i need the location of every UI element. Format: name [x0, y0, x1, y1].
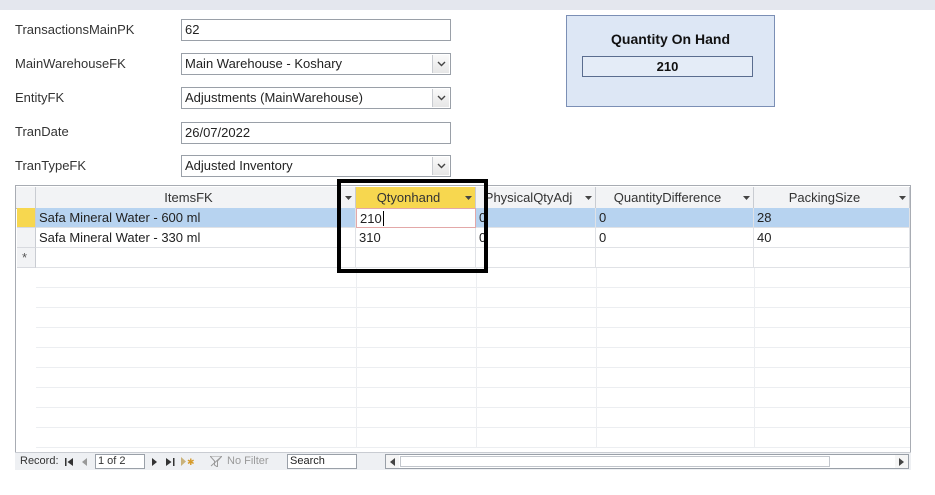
chevron-down-icon[interactable] [432, 157, 449, 175]
quantity-on-hand-title: Quantity On Hand [611, 31, 730, 47]
record-selector[interactable] [17, 208, 36, 228]
horizontal-scrollbar[interactable] [385, 454, 909, 469]
trantypefk-value: Adjusted Inventory [185, 158, 293, 173]
mainwarehousefk-combo[interactable]: Main Warehouse - Koshary [181, 53, 451, 75]
select-all-corner[interactable] [16, 187, 36, 209]
new-record-icon: * [22, 250, 28, 265]
new-cell-itemsfk[interactable] [36, 248, 356, 268]
trandate-field[interactable]: 26/07/2022 [181, 122, 451, 144]
column-header-itemsfk[interactable]: ItemsFK [36, 187, 356, 209]
trantypefk-combo[interactable]: Adjusted Inventory [181, 155, 451, 177]
no-filter-label[interactable]: No Filter [227, 454, 269, 469]
search-input[interactable]: Search [287, 454, 357, 469]
new-cell-packingsize[interactable] [754, 248, 910, 268]
new-cell-physicalqtyadj[interactable] [476, 248, 596, 268]
column-header-quantitydifference[interactable]: QuantityDifference [596, 187, 754, 209]
cell-quantitydifference[interactable]: 0 [596, 208, 754, 228]
mainwarehousefk-value: Main Warehouse - Koshary [185, 56, 343, 71]
empty-grid-area [36, 268, 910, 448]
cell-itemsfk[interactable]: Safa Mineral Water - 330 ml [36, 228, 356, 248]
svg-text:✱: ✱ [187, 458, 195, 466]
cell-quantitydifference[interactable]: 0 [596, 228, 754, 248]
column-header-physicalqtyadj[interactable]: PhysicalQtyAdj [476, 187, 596, 209]
cell-packingsize[interactable]: 40 [754, 228, 910, 248]
new-record-selector[interactable]: * [17, 248, 36, 268]
top-border [0, 0, 935, 10]
record-selector[interactable] [17, 228, 36, 248]
highlight-box [337, 179, 488, 273]
column-header-label: QuantityDifference [613, 190, 722, 205]
label-trantypefk: TranTypeFK [15, 158, 87, 173]
first-record-icon[interactable] [63, 455, 75, 468]
cell-packingsize[interactable]: 28 [754, 208, 910, 228]
column-dropdown-icon[interactable] [897, 192, 907, 204]
next-record-icon[interactable] [149, 455, 161, 468]
grid-divider [754, 268, 755, 448]
label-transactionsmainpk: TransactionsMainPK [15, 22, 135, 37]
column-header-packingsize[interactable]: PackingSize [754, 187, 910, 209]
scrollbar-thumb[interactable] [400, 456, 830, 467]
scroll-left-icon[interactable] [386, 455, 399, 468]
label-mainwarehousefk: MainWarehouseFK [15, 56, 126, 71]
new-record-icon[interactable]: ✱ [179, 455, 197, 468]
cell-physicalqtyadj[interactable]: 0 [476, 228, 596, 248]
entityfk-combo[interactable]: Adjustments (MainWarehouse) [181, 87, 451, 109]
current-record-input[interactable]: 1 of 2 [95, 454, 145, 469]
column-header-label: PhysicalQtyAdj [484, 190, 573, 205]
last-record-icon[interactable] [164, 455, 176, 468]
chevron-down-icon[interactable] [432, 89, 449, 107]
grid-divider [596, 268, 597, 448]
cell-physicalqtyadj[interactable]: 0 [476, 208, 596, 228]
record-label: Record: [20, 455, 59, 467]
transactionsmainpk-field[interactable]: 62 [181, 19, 451, 41]
column-header-label: ItemsFK [164, 190, 213, 205]
cell-itemsfk[interactable]: Safa Mineral Water - 600 ml [36, 208, 356, 228]
grid-divider [476, 268, 477, 448]
quantity-on-hand-panel: Quantity On Hand 210 [566, 15, 775, 107]
column-header-label: PackingSize [788, 190, 861, 205]
new-cell-quantitydifference[interactable] [596, 248, 754, 268]
chevron-down-icon[interactable] [432, 55, 449, 73]
entityfk-value: Adjustments (MainWarehouse) [185, 90, 363, 105]
quantity-on-hand-value: 210 [582, 56, 753, 77]
column-dropdown-icon[interactable] [741, 192, 751, 204]
previous-record-icon[interactable] [79, 455, 91, 468]
grid-divider [356, 268, 357, 448]
label-trandate: TranDate [15, 124, 69, 139]
filter-icon[interactable] [209, 455, 223, 468]
label-entityfk: EntityFK [15, 90, 65, 105]
column-dropdown-icon[interactable] [583, 192, 593, 204]
record-navigation-bar: Record: 1 of 2 ✱ No Filter Search [15, 452, 911, 470]
scroll-right-icon[interactable] [895, 455, 908, 468]
